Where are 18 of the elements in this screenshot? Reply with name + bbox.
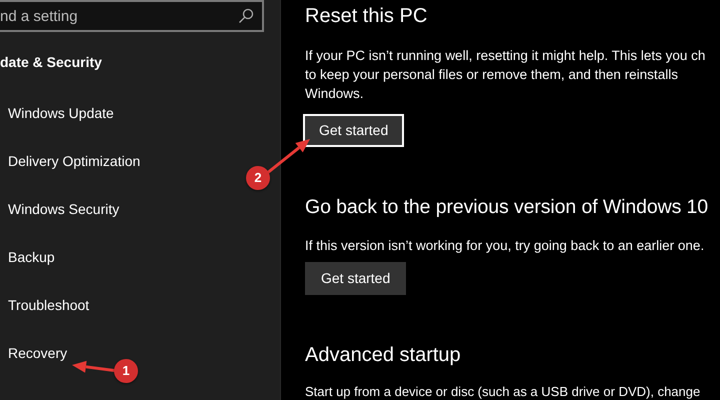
section-title: Reset this PC xyxy=(305,4,428,29)
description-text: If this version isn’t working for you, try going back to an earlier one. xyxy=(305,237,704,255)
section-heading: date & Security xyxy=(0,54,103,72)
get-started-button[interactable]: Get started xyxy=(305,262,406,295)
section-title: Advanced startup xyxy=(305,343,461,368)
nav-item[interactable]: Windows Security xyxy=(8,200,120,248)
nav-item[interactable]: Windows Update xyxy=(8,104,114,152)
section-title: Go back to the previous version of Windows 10 xyxy=(305,195,708,220)
search-icon[interactable] xyxy=(238,8,254,24)
nav-item[interactable]: Recovery xyxy=(8,344,68,392)
get-started-button[interactable]: Get started xyxy=(303,114,404,147)
nav-item[interactable]: Troubleshoot xyxy=(8,296,90,344)
description-text: Start up from a device or disc (such as a USB drive or DVD), change xyxy=(305,383,700,400)
nav-item[interactable]: Backup xyxy=(8,248,55,296)
description-text: If your PC isn’t running well, resetting it might help. This lets you ch to keep your personal files or remove them, and then reinstalls Windows. xyxy=(305,47,706,103)
arrow-annotation xyxy=(265,139,310,176)
search-field[interactable]: nd a setting xyxy=(0,0,264,32)
nav-item[interactable]: Delivery Optimization xyxy=(8,152,140,200)
